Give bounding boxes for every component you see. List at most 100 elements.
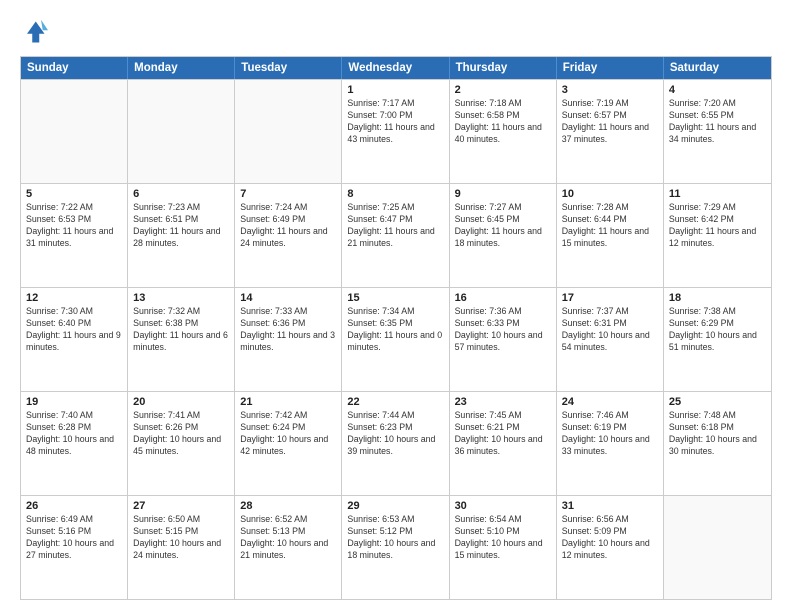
cal-row-1: 5 Sunrise: 7:22 AM Sunset: 6:53 PM Daylig… (21, 183, 771, 287)
cell-info: Sunrise: 7:41 AM Sunset: 6:26 PM Dayligh… (133, 410, 229, 458)
cal-cell-day-6: 6 Sunrise: 7:23 AM Sunset: 6:51 PM Daylig… (128, 184, 235, 287)
cell-day-number: 5 (26, 188, 122, 200)
cal-cell-day-16: 16 Sunrise: 7:36 AM Sunset: 6:33 PM Dayli… (450, 288, 557, 391)
cal-cell-day-31: 31Sunrise: 6:56 AM Sunset: 5:09 PM Dayli… (557, 496, 664, 599)
cal-cell-day-23: 23 Sunrise: 7:45 AM Sunset: 6:21 PM Dayli… (450, 392, 557, 495)
cal-cell-day-11: 11Sunrise: 7:29 AM Sunset: 6:42 PM Dayli… (664, 184, 771, 287)
cal-row-0: 1 Sunrise: 7:17 AM Sunset: 7:00 PM Daylig… (21, 79, 771, 183)
header-cell-sunday: Sunday (21, 57, 128, 79)
cal-cell-day-29: 29 Sunrise: 6:53 AM Sunset: 5:12 PM Dayli… (342, 496, 449, 599)
cell-info: Sunrise: 6:54 AM Sunset: 5:10 PM Dayligh… (455, 514, 551, 562)
cal-cell-empty-0-1 (128, 80, 235, 183)
cal-cell-day-21: 21 Sunrise: 7:42 AM Sunset: 6:24 PM Dayli… (235, 392, 342, 495)
cell-info: Sunrise: 7:22 AM Sunset: 6:53 PM Dayligh… (26, 202, 122, 250)
header-cell-monday: Monday (128, 57, 235, 79)
cal-cell-day-18: 18 Sunrise: 7:38 AM Sunset: 6:29 PM Dayli… (664, 288, 771, 391)
cal-cell-day-20: 20 Sunrise: 7:41 AM Sunset: 6:26 PM Dayli… (128, 392, 235, 495)
cell-info: Sunrise: 7:46 AM Sunset: 6:19 PM Dayligh… (562, 410, 658, 458)
calendar-header-row: SundayMondayTuesdayWednesdayThursdayFrid… (21, 57, 771, 79)
page: SundayMondayTuesdayWednesdayThursdayFrid… (0, 0, 792, 612)
cell-day-number: 7 (240, 188, 336, 200)
logo (20, 18, 52, 46)
cal-cell-day-3: 3 Sunrise: 7:19 AM Sunset: 6:57 PM Daylig… (557, 80, 664, 183)
cal-cell-day-24: 24 Sunrise: 7:46 AM Sunset: 6:19 PM Dayli… (557, 392, 664, 495)
logo-icon (20, 18, 48, 46)
cell-day-number: 19 (26, 396, 122, 408)
cal-cell-day-17: 17 Sunrise: 7:37 AM Sunset: 6:31 PM Dayli… (557, 288, 664, 391)
cell-day-number: 22 (347, 396, 443, 408)
cell-day-number: 12 (26, 292, 122, 304)
cell-day-number: 2 (455, 84, 551, 96)
cal-cell-day-13: 13 Sunrise: 7:32 AM Sunset: 6:38 PM Dayli… (128, 288, 235, 391)
cell-day-number: 29 (347, 500, 443, 512)
cal-cell-empty-0-2 (235, 80, 342, 183)
cell-info: Sunrise: 7:29 AM Sunset: 6:42 PM Dayligh… (669, 202, 766, 250)
cell-info: Sunrise: 6:53 AM Sunset: 5:12 PM Dayligh… (347, 514, 443, 562)
cal-row-4: 26 Sunrise: 6:49 AM Sunset: 5:16 PM Dayli… (21, 495, 771, 599)
cell-day-number: 8 (347, 188, 443, 200)
cell-day-number: 10 (562, 188, 658, 200)
cell-info: Sunrise: 7:18 AM Sunset: 6:58 PM Dayligh… (455, 98, 551, 146)
cal-cell-day-7: 7Sunrise: 7:24 AM Sunset: 6:49 PM Daylig… (235, 184, 342, 287)
cell-day-number: 13 (133, 292, 229, 304)
cell-info: Sunrise: 7:34 AM Sunset: 6:35 PM Dayligh… (347, 306, 443, 354)
cal-cell-day-9: 9Sunrise: 7:27 AM Sunset: 6:45 PM Daylig… (450, 184, 557, 287)
cell-day-number: 24 (562, 396, 658, 408)
cell-day-number: 28 (240, 500, 336, 512)
header-cell-thursday: Thursday (450, 57, 557, 79)
cell-info: Sunrise: 7:28 AM Sunset: 6:44 PM Dayligh… (562, 202, 658, 250)
cal-cell-day-22: 22 Sunrise: 7:44 AM Sunset: 6:23 PM Dayli… (342, 392, 449, 495)
cell-day-number: 14 (240, 292, 336, 304)
cal-cell-day-30: 30Sunrise: 6:54 AM Sunset: 5:10 PM Dayli… (450, 496, 557, 599)
cell-info: Sunrise: 7:30 AM Sunset: 6:40 PM Dayligh… (26, 306, 122, 354)
cell-info: Sunrise: 6:49 AM Sunset: 5:16 PM Dayligh… (26, 514, 122, 562)
cell-info: Sunrise: 7:37 AM Sunset: 6:31 PM Dayligh… (562, 306, 658, 354)
cell-day-number: 17 (562, 292, 658, 304)
cell-day-number: 20 (133, 396, 229, 408)
header-cell-friday: Friday (557, 57, 664, 79)
cell-day-number: 26 (26, 500, 122, 512)
cell-info: Sunrise: 7:45 AM Sunset: 6:21 PM Dayligh… (455, 410, 551, 458)
cell-day-number: 3 (562, 84, 658, 96)
cal-cell-day-28: 28 Sunrise: 6:52 AM Sunset: 5:13 PM Dayli… (235, 496, 342, 599)
cell-day-number: 21 (240, 396, 336, 408)
cell-day-number: 1 (347, 84, 443, 96)
cell-info: Sunrise: 7:32 AM Sunset: 6:38 PM Dayligh… (133, 306, 229, 354)
cell-info: Sunrise: 7:42 AM Sunset: 6:24 PM Dayligh… (240, 410, 336, 458)
calendar-body: 1 Sunrise: 7:17 AM Sunset: 7:00 PM Daylig… (21, 79, 771, 599)
header-cell-saturday: Saturday (664, 57, 771, 79)
cal-cell-empty-0-0 (21, 80, 128, 183)
cal-cell-empty-4-6 (664, 496, 771, 599)
cal-cell-day-15: 15 Sunrise: 7:34 AM Sunset: 6:35 PM Dayli… (342, 288, 449, 391)
cell-day-number: 25 (669, 396, 766, 408)
cal-cell-day-8: 8 Sunrise: 7:25 AM Sunset: 6:47 PM Daylig… (342, 184, 449, 287)
cell-info: Sunrise: 7:38 AM Sunset: 6:29 PM Dayligh… (669, 306, 766, 354)
cal-cell-day-25: 25 Sunrise: 7:48 AM Sunset: 6:18 PM Dayli… (664, 392, 771, 495)
cell-info: Sunrise: 6:52 AM Sunset: 5:13 PM Dayligh… (240, 514, 336, 562)
cell-day-number: 6 (133, 188, 229, 200)
cell-info: Sunrise: 7:36 AM Sunset: 6:33 PM Dayligh… (455, 306, 551, 354)
cell-day-number: 16 (455, 292, 551, 304)
cell-info: Sunrise: 7:23 AM Sunset: 6:51 PM Dayligh… (133, 202, 229, 250)
cell-info: Sunrise: 7:19 AM Sunset: 6:57 PM Dayligh… (562, 98, 658, 146)
cell-day-number: 23 (455, 396, 551, 408)
cell-info: Sunrise: 7:33 AM Sunset: 6:36 PM Dayligh… (240, 306, 336, 354)
cell-info: Sunrise: 7:25 AM Sunset: 6:47 PM Dayligh… (347, 202, 443, 250)
cell-info: Sunrise: 6:50 AM Sunset: 5:15 PM Dayligh… (133, 514, 229, 562)
cell-day-number: 9 (455, 188, 551, 200)
cal-cell-day-1: 1 Sunrise: 7:17 AM Sunset: 7:00 PM Daylig… (342, 80, 449, 183)
cell-day-number: 31 (562, 500, 658, 512)
cell-day-number: 15 (347, 292, 443, 304)
cal-cell-day-4: 4Sunrise: 7:20 AM Sunset: 6:55 PM Daylig… (664, 80, 771, 183)
cal-row-3: 19Sunrise: 7:40 AM Sunset: 6:28 PM Dayli… (21, 391, 771, 495)
cell-day-number: 18 (669, 292, 766, 304)
cal-cell-day-10: 10 Sunrise: 7:28 AM Sunset: 6:44 PM Dayli… (557, 184, 664, 287)
cal-cell-day-5: 5 Sunrise: 7:22 AM Sunset: 6:53 PM Daylig… (21, 184, 128, 287)
cal-cell-day-14: 14 Sunrise: 7:33 AM Sunset: 6:36 PM Dayli… (235, 288, 342, 391)
cal-row-2: 12 Sunrise: 7:30 AM Sunset: 6:40 PM Dayli… (21, 287, 771, 391)
cell-info: Sunrise: 7:48 AM Sunset: 6:18 PM Dayligh… (669, 410, 766, 458)
cell-info: Sunrise: 7:44 AM Sunset: 6:23 PM Dayligh… (347, 410, 443, 458)
cell-day-number: 4 (669, 84, 766, 96)
cell-info: Sunrise: 7:17 AM Sunset: 7:00 PM Dayligh… (347, 98, 443, 146)
cal-cell-day-27: 27Sunrise: 6:50 AM Sunset: 5:15 PM Dayli… (128, 496, 235, 599)
